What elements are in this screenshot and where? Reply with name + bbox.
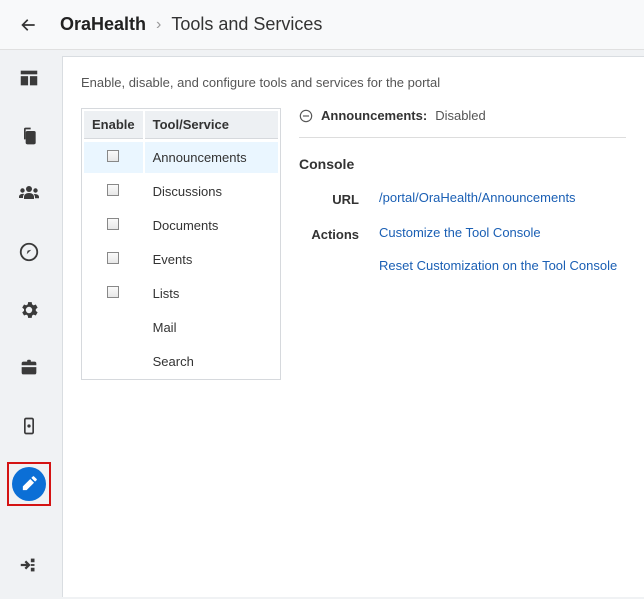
url-label: URL <box>299 190 359 207</box>
rail-device-icon[interactable] <box>15 412 43 440</box>
enable-checkbox[interactable] <box>107 252 119 264</box>
col-enable: Enable <box>84 111 143 139</box>
tools-table: Enable Tool/Service AnnouncementsDiscuss… <box>81 108 281 380</box>
rail-compass-icon[interactable] <box>15 238 43 266</box>
actions-label: Actions <box>299 225 359 273</box>
detail-title: Announcements <box>321 108 427 123</box>
console-url-link[interactable]: /portal/OraHealth/Announcements <box>379 190 576 205</box>
table-row[interactable]: Mail <box>84 311 278 343</box>
service-label: Announcements <box>145 141 278 173</box>
rail-copy-icon[interactable] <box>15 122 43 150</box>
rail-gear-icon[interactable] <box>15 296 43 324</box>
table-row[interactable]: Announcements <box>84 141 278 173</box>
service-label: Discussions <box>145 175 278 207</box>
service-label: Documents <box>145 209 278 241</box>
service-label: Lists <box>145 277 278 309</box>
table-row[interactable]: Search <box>84 345 278 377</box>
breadcrumb-separator-icon: › <box>156 16 161 34</box>
enable-checkbox[interactable] <box>107 218 119 230</box>
breadcrumb-portal[interactable]: OraHealth <box>60 14 146 35</box>
console-heading: Console <box>299 156 626 172</box>
enable-checkbox[interactable] <box>107 286 119 298</box>
table-row[interactable]: Events <box>84 243 278 275</box>
action-reset-link[interactable]: Reset Customization on the Tool Console <box>379 258 617 273</box>
rail-tools-icon[interactable] <box>15 470 43 498</box>
table-row[interactable]: Discussions <box>84 175 278 207</box>
rail-enter-icon[interactable] <box>15 551 43 579</box>
breadcrumb-page: Tools and Services <box>171 14 322 35</box>
action-customize-link[interactable]: Customize the Tool Console <box>379 225 617 240</box>
table-row[interactable]: Documents <box>84 209 278 241</box>
col-service: Tool/Service <box>145 111 278 139</box>
rail-toolbox-icon[interactable] <box>15 354 43 382</box>
service-label: Mail <box>145 311 278 343</box>
enable-checkbox[interactable] <box>107 150 119 162</box>
rail-people-icon[interactable] <box>15 180 43 208</box>
detail-status: Disabled <box>435 108 486 123</box>
service-label: Search <box>145 345 278 377</box>
intro-text: Enable, disable, and configure tools and… <box>81 75 626 90</box>
collapse-icon[interactable] <box>299 109 313 123</box>
service-label: Events <box>145 243 278 275</box>
back-arrow-icon[interactable] <box>18 15 38 35</box>
rail-layout-icon[interactable] <box>15 64 43 92</box>
enable-checkbox[interactable] <box>107 184 119 196</box>
table-row[interactable]: Lists <box>84 277 278 309</box>
